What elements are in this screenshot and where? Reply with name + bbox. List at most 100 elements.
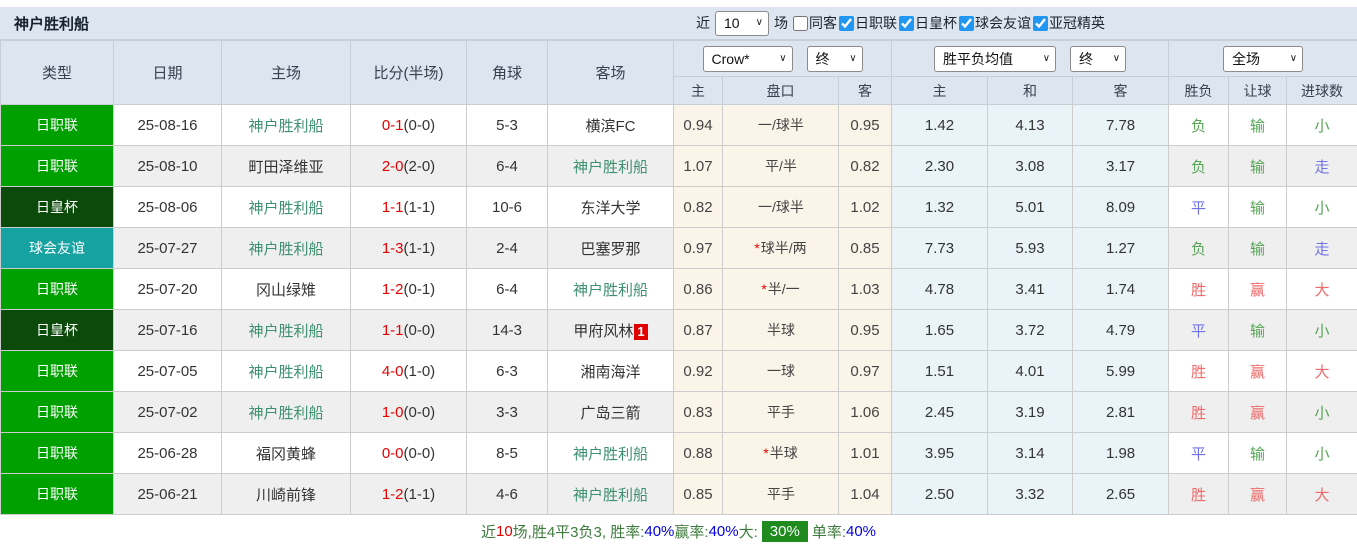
home-team[interactable]: 神户胜利船 [248,323,323,340]
home-team[interactable]: 冈山绿雉 [256,282,316,299]
league-filter-0-label: 日职联 [855,15,897,31]
home-cell[interactable]: 町田泽维亚 [221,145,351,187]
away-cell[interactable]: 甲府风林 1 [547,309,674,351]
avg-draw: 5.93 [987,227,1074,269]
avg-win: 2.50 [891,473,989,515]
odds-away: 0.85 [837,227,893,269]
asian-cell: 输 [1228,104,1288,146]
away-cell[interactable]: 东洋大学 [547,186,674,228]
league-filter-3-checkbox[interactable] [1033,15,1048,31]
col-header-date: 日期 [113,40,222,105]
away-cell[interactable]: 广岛三箭 [547,391,674,433]
odds-home: 0.86 [673,268,723,310]
match-date: 25-07-16 [113,309,222,351]
league-filter-3[interactable]: 亚冠精英 [1033,13,1105,33]
asian-cell: 输 [1228,227,1288,269]
away-team[interactable]: 神户胜利船 [573,159,648,176]
away-team[interactable]: 神户胜利船 [573,282,648,299]
away-cell[interactable]: 巴塞罗那 [547,227,674,269]
odds-home: 1.07 [673,145,723,187]
league-filter-1-checkbox[interactable] [899,15,914,31]
home-team[interactable]: 町田泽维亚 [248,159,323,176]
same-opponent-filter-checkbox[interactable] [793,15,808,31]
avg-stage-select[interactable]: 终 [1070,45,1127,72]
home-team[interactable]: 神户胜利船 [248,405,323,422]
away-cell[interactable]: 神户胜利船 [547,432,674,474]
col-header-away: 客场 [547,40,674,105]
away-cell[interactable]: 神户胜利船 [547,473,674,515]
away-team[interactable]: 巴塞罗那 [580,241,640,258]
home-team[interactable]: 神户胜利船 [248,200,323,217]
odds-stage-select[interactable]: 终 [806,45,863,72]
home-team[interactable]: 川崎前锋 [256,487,316,504]
away-cell[interactable]: 神户胜利船 [547,268,674,310]
handicap-cell: 一/球半 [722,104,839,146]
away-team[interactable]: 甲府风林 [573,323,633,340]
home-cell[interactable]: 神户胜利船 [221,227,351,269]
avg-draw: 3.41 [987,268,1074,310]
asian-cell: 赢 [1228,350,1288,392]
avg-win: 1.42 [891,104,989,146]
avg-draw: 3.32 [987,473,1074,515]
home-cell[interactable]: 神户胜利船 [221,309,351,351]
home-cell[interactable]: 神户胜利船 [221,104,351,146]
away-team[interactable]: 湘南海洋 [580,364,640,381]
avg-lose: 3.17 [1072,145,1170,187]
table-row: 日职联 25-06-21 川崎前锋 1-2(1-1) 4-6 神户胜利船 0.8… [0,473,1357,515]
footer-segment-3: 40% [644,523,675,540]
score-ft: 0-1 [381,116,404,134]
home-cell[interactable]: 冈山绿雉 [221,268,351,310]
league-filter-0[interactable]: 日职联 [839,13,897,33]
col-header-type: 类型 [0,40,114,105]
away-cell[interactable]: 横滨FC [547,104,674,146]
away-team[interactable]: 神户胜利船 [573,446,648,463]
odds-company-select[interactable]: Crow* [702,45,793,72]
same-opponent-filter[interactable]: 同客 [793,13,837,33]
match-count-select[interactable]: 10 [715,10,769,36]
odds-away: 1.04 [837,473,893,515]
home-team[interactable]: 神户胜利船 [248,118,323,135]
table-row: 日职联 25-07-05 神户胜利船 4-0(1-0) 6-3 湘南海洋 0.9… [0,350,1357,392]
league-badge: 日职联 [0,268,114,310]
away-team[interactable]: 神户胜利船 [573,487,648,504]
footer-segment-4: 赢率: [674,524,709,541]
league-filter-0-checkbox[interactable] [839,15,854,31]
handicap-name: 半球 [769,445,798,461]
home-team[interactable]: 神户胜利船 [248,241,323,258]
filter-checkboxes: 同客 日职联 日皇杯 球会友谊 亚冠精英 [793,13,1105,33]
away-cell[interactable]: 神户胜利船 [547,145,674,187]
handicap-name: 平手 [767,404,795,420]
home-cell[interactable]: 神户胜利船 [221,350,351,392]
away-team[interactable]: 横滨FC [586,118,636,135]
handicap-cell: *半/一 [722,268,839,310]
away-team[interactable]: 东洋大学 [580,200,640,217]
league-filter-2[interactable]: 球会友谊 [959,13,1031,33]
avg-draw: 3.19 [987,391,1074,433]
away-team[interactable]: 广岛三箭 [580,405,640,422]
avg-type-select[interactable]: 胜平负均值 [934,45,1057,72]
footer-segment-5: 40% [708,523,739,540]
league-filter-2-checkbox[interactable] [959,15,974,31]
odds-stage-select-wrap: 终 ∨ [806,45,863,72]
league-badge: 日职联 [0,473,114,515]
home-cell[interactable]: 川崎前锋 [221,473,351,515]
handicap-cell: 平/半 [722,145,839,187]
goals-cell: 小 [1286,104,1357,146]
home-cell[interactable]: 福冈黄蜂 [221,432,351,474]
avg-lose: 8.09 [1072,186,1170,228]
handicap-cell: *球半/两 [722,227,839,269]
scope-select[interactable]: 全场 [1223,45,1304,72]
away-cell[interactable]: 湘南海洋 [547,350,674,392]
league-filter-1[interactable]: 日皇杯 [899,13,957,33]
avg-lose: 1.27 [1072,227,1170,269]
sub-header-odds-home: 主 [673,76,723,105]
home-team[interactable]: 神户胜利船 [248,364,323,381]
col-header-home: 主场 [221,40,351,105]
score-cell: 1-2(0-1) [350,268,467,310]
home-cell[interactable]: 神户胜利船 [221,391,351,433]
sub-header-goals: 进球数 [1286,76,1357,105]
home-cell[interactable]: 神户胜利船 [221,186,351,228]
home-team[interactable]: 福冈黄蜂 [256,446,316,463]
sub-header-avg-draw: 和 [987,76,1074,105]
odds-home: 0.85 [673,473,723,515]
